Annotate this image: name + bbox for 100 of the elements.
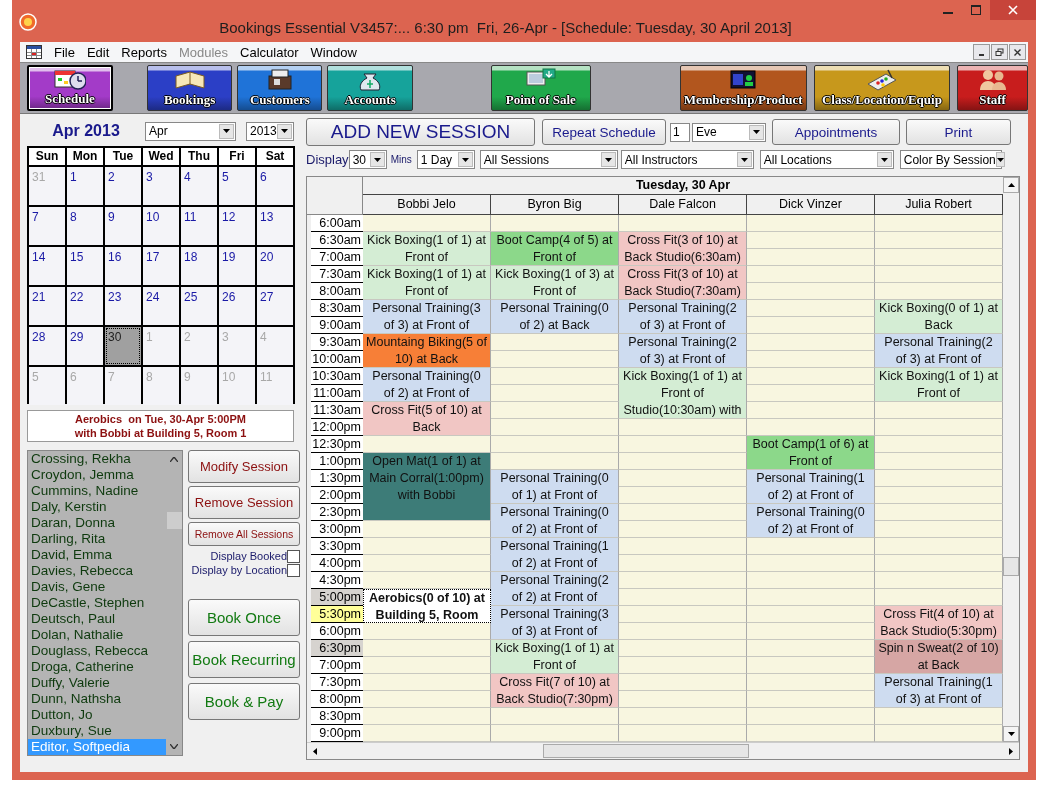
session-block[interactable]: Cross Fit(3 of 10) at Back Studio(6:30am) — [619, 232, 747, 266]
schedule-slot[interactable] — [363, 657, 491, 674]
schedule-slot[interactable] — [619, 504, 747, 521]
schedule-slot[interactable] — [875, 436, 1003, 453]
schedule-slot[interactable] — [619, 436, 747, 453]
scrollbar-thumb[interactable] — [166, 512, 182, 529]
toolbar-button[interactable]: Bookings — [146, 65, 233, 111]
schedule-slot[interactable] — [875, 487, 1003, 504]
schedule-slot[interactable] — [747, 266, 875, 283]
session-block[interactable]: Personal Training(0 of 2) at Front of — [491, 504, 619, 538]
schedule-slot[interactable] — [619, 657, 747, 674]
toolbar-button[interactable]: Membership/Product — [679, 65, 807, 111]
session-block[interactable]: Personal Training(1 of 2) at Front of — [491, 538, 619, 572]
calendar-day[interactable]: 16 — [105, 247, 141, 285]
schedule-slot[interactable] — [875, 453, 1003, 470]
session-block[interactable]: Personal Training(0 of 2) at Front of — [747, 504, 875, 538]
calendar-day[interactable]: 10 — [143, 207, 179, 245]
schedule-slot[interactable] — [363, 521, 491, 538]
schedule-slot[interactable] — [747, 623, 875, 640]
session-block[interactable]: Mountaing Biking(5 of 10) at Back — [363, 334, 491, 368]
schedule-slot[interactable] — [875, 538, 1003, 555]
toolbar-button[interactable]: Schedule — [27, 65, 113, 111]
schedule-slot[interactable] — [619, 470, 747, 487]
schedule-slot[interactable] — [875, 708, 1003, 725]
schedule-slot[interactable] — [875, 249, 1003, 266]
calendar-day[interactable]: 6 — [257, 167, 293, 205]
session-block[interactable]: Personal Training(1 of 3) at Front of — [875, 674, 1003, 708]
schedule-slot[interactable] — [491, 215, 619, 232]
menu-item[interactable]: Edit — [80, 44, 116, 60]
schedule-slot[interactable] — [619, 487, 747, 504]
appointments-button[interactable]: Appointments — [772, 119, 900, 145]
calendar-day[interactable]: 24 — [143, 287, 179, 325]
session-block[interactable]: Cross Fit(7 of 10) at Back Studio(7:30pm) — [491, 674, 619, 708]
schedule-slot[interactable] — [491, 351, 619, 368]
schedule-slot[interactable] — [747, 368, 875, 385]
list-item[interactable]: Davis, Gene — [28, 579, 166, 595]
schedule-slot[interactable] — [619, 640, 747, 657]
session-block[interactable]: Spin n Sweat(2 of 10) at Back — [875, 640, 1003, 674]
book-button[interactable]: Book & Pay — [188, 683, 300, 720]
calendar-day[interactable]: 28 — [29, 327, 65, 365]
schedule-slot[interactable] — [363, 623, 491, 640]
schedule-slot[interactable] — [747, 691, 875, 708]
calendar-day[interactable]: 1 — [67, 167, 103, 205]
session-block[interactable]: Kick Boxing(1 of 1) at Front of — [875, 368, 1003, 402]
schedule-slot[interactable] — [875, 232, 1003, 249]
calendar-day[interactable]: 29 — [67, 327, 103, 365]
dropdown[interactable]: Color By Session — [899, 150, 1002, 169]
list-item[interactable]: Darling, Rita — [28, 531, 166, 547]
calendar-day[interactable]: 18 — [181, 247, 217, 285]
calendar-day[interactable]: 13 — [257, 207, 293, 245]
schedule-slot[interactable] — [619, 572, 747, 589]
calendar-day[interactable]: 15 — [67, 247, 103, 285]
session-block[interactable]: Personal Training(2 of 2) at Front of — [491, 572, 619, 606]
session-block[interactable]: Cross Fit(4 of 10) at Back Studio(5:30pm) — [875, 606, 1003, 640]
schedule-slot[interactable] — [747, 249, 875, 266]
schedule-slot[interactable] — [875, 555, 1003, 572]
calendar-day[interactable]: 19 — [219, 247, 255, 285]
calendar-day[interactable]: 30 — [105, 327, 141, 365]
scrollbar-thumb[interactable] — [543, 744, 749, 758]
list-item[interactable]: Droga, Catherine — [28, 659, 166, 675]
schedule-slot[interactable] — [491, 419, 619, 436]
list-item[interactable]: DeCastle, Stephen — [28, 595, 166, 611]
schedule-slot[interactable] — [363, 538, 491, 555]
calendar-day[interactable]: 21 — [29, 287, 65, 325]
schedule-slot[interactable] — [491, 453, 619, 470]
session-block[interactable]: Open Mat(1 of 1) at Main Corral(1:00pm) with Bobbi — [363, 453, 491, 521]
scrollbar[interactable] — [307, 742, 1019, 759]
session-block[interactable]: Cross Fit(3 of 10) at Back Studio(7:30am) — [619, 266, 747, 300]
schedule-slot[interactable] — [363, 436, 491, 453]
session-block[interactable]: Kick Boxing(1 of 1) at Front of Studio(10:30am) with — [619, 368, 747, 419]
session-block[interactable]: Kick Boxing(1 of 3) at Front of — [491, 266, 619, 300]
schedule-slot[interactable] — [619, 708, 747, 725]
action-button[interactable]: Remove All Sessions — [188, 522, 300, 546]
schedule-slot[interactable] — [363, 572, 491, 589]
menu-item[interactable]: File — [48, 44, 81, 60]
menu-item[interactable]: Calculator — [234, 44, 305, 60]
list-item[interactable]: Croydon, Jemma — [28, 467, 166, 483]
add-session-button[interactable]: ADD NEW SESSION — [306, 118, 535, 146]
checkbox[interactable] — [287, 563, 300, 577]
session-block[interactable]: Personal Training(0 of 2) at Back — [491, 300, 619, 334]
session-block[interactable]: Personal Training(0 of 2) at Front of — [363, 368, 491, 402]
schedule-slot[interactable] — [619, 555, 747, 572]
schedule-slot[interactable] — [619, 623, 747, 640]
list-item[interactable]: Dutton, Jo — [28, 707, 166, 723]
schedule-slot[interactable] — [875, 470, 1003, 487]
schedule-slot[interactable] — [875, 725, 1003, 742]
session-block[interactable]: Kick Boxing(0 of 1) at Back — [875, 300, 1003, 334]
schedule-slot[interactable] — [363, 725, 491, 742]
list-item[interactable]: Deutsch, Paul — [28, 611, 166, 627]
checkbox[interactable] — [287, 549, 300, 563]
schedule-slot[interactable] — [619, 691, 747, 708]
calendar-day[interactable]: 25 — [181, 287, 217, 325]
list-item[interactable]: Davies, Rebecca — [28, 563, 166, 579]
print-button[interactable]: Print — [906, 119, 1011, 145]
menu-item[interactable]: Reports — [115, 44, 173, 60]
schedule-slot[interactable] — [747, 232, 875, 249]
action-button[interactable]: Remove Session — [188, 486, 300, 519]
calendar-day[interactable]: 17 — [143, 247, 179, 285]
dropdown[interactable]: All Sessions — [479, 150, 618, 169]
schedule-slot[interactable] — [747, 402, 875, 419]
